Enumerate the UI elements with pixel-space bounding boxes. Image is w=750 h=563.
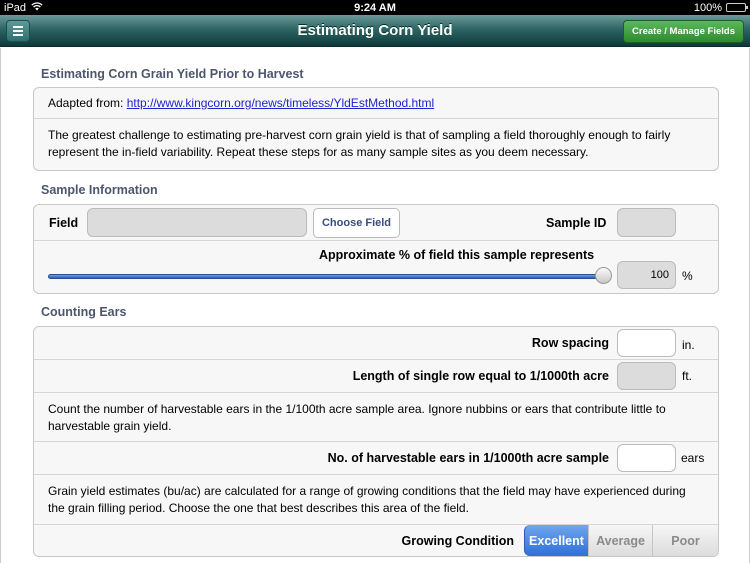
yield-instructions: Grain yield estimates (bu/ac) are calcul… [34, 475, 718, 525]
growing-condition-poor[interactable]: Poor [652, 525, 718, 556]
row-spacing-row: Row spacing in. [34, 327, 718, 360]
field-input[interactable] [87, 208, 307, 237]
row-length-unit: ft. [682, 369, 693, 383]
ears-count-input[interactable] [617, 444, 676, 472]
percent-row: Approximate % of field this sample repre… [34, 241, 718, 293]
ears-count-label: No. of harvestable ears in 1/1000th acre… [327, 451, 609, 465]
count-instructions: Count the number of harvestable ears in … [34, 393, 718, 442]
counting-ears-group: Row spacing in. Length of single row equ… [33, 326, 719, 557]
growing-condition-segmented-control[interactable]: Excellent Average Poor [524, 525, 718, 556]
battery-percent: 100% [693, 1, 722, 14]
percent-slider-track[interactable] [48, 274, 604, 279]
percent-input[interactable]: 100 [617, 261, 676, 289]
battery-icon [726, 3, 748, 12]
wifi-icon [31, 1, 43, 14]
row-spacing-input[interactable] [617, 329, 676, 357]
page-title: Estimating Corn Yield [297, 22, 453, 39]
row-length-label: Length of single row equal to 1/1000th a… [352, 369, 609, 383]
growing-condition-label: Growing Condition [401, 534, 514, 548]
counting-ears-section-header: Counting Ears [41, 305, 127, 319]
row-length-output [617, 362, 676, 390]
adapted-from-row: Adapted from: http://www.kingcorn.org/ne… [34, 88, 718, 119]
device-label: iPad [4, 1, 27, 14]
percent-unit: % [682, 269, 693, 283]
growing-condition-excellent[interactable]: Excellent [524, 525, 588, 556]
intro-description: The greatest challenge to estimating pre… [48, 128, 671, 159]
create-manage-fields-button[interactable]: Create / Manage Fields [623, 20, 744, 43]
intro-group: Adapted from: http://www.kingcorn.org/ne… [33, 87, 719, 171]
sample-info-group: Field Choose Field Sample ID Approximate… [33, 204, 719, 294]
hamburger-menu-icon[interactable] [6, 20, 30, 42]
intro-section-header: Estimating Corn Grain Yield Prior to Har… [41, 67, 304, 81]
field-row: Field Choose Field Sample ID [34, 205, 718, 241]
sample-info-section-header: Sample Information [41, 183, 158, 197]
choose-field-button[interactable]: Choose Field [313, 208, 400, 238]
ears-count-row: No. of harvestable ears in 1/1000th acre… [34, 442, 718, 475]
status-time: 9:24 AM [354, 1, 396, 14]
source-link[interactable]: http://www.kingcorn.org/news/timeless/Yl… [127, 96, 434, 110]
field-label: Field [49, 216, 79, 230]
growing-condition-row: Growing Condition Excellent Average Poor [34, 525, 718, 556]
content-area[interactable]: Estimating Corn Grain Yield Prior to Har… [0, 48, 750, 563]
adapted-from-label: Adapted from: [48, 96, 124, 110]
sample-id-label: Sample ID [546, 216, 607, 230]
nav-bar: Estimating Corn Yield Create / Manage Fi… [0, 15, 750, 47]
row-spacing-unit: in. [682, 338, 695, 352]
ears-count-unit: ears [681, 451, 705, 465]
percent-value: 100 [650, 269, 669, 281]
sample-id-input[interactable] [617, 208, 676, 237]
row-length-row: Length of single row equal to 1/1000th a… [34, 360, 718, 393]
row-spacing-label: Row spacing [531, 336, 609, 350]
percent-label: Approximate % of field this sample repre… [319, 248, 595, 262]
status-bar: iPad 9:24 AM 100% [0, 0, 750, 15]
growing-condition-average[interactable]: Average [588, 525, 652, 556]
percent-slider-thumb[interactable] [595, 267, 612, 284]
